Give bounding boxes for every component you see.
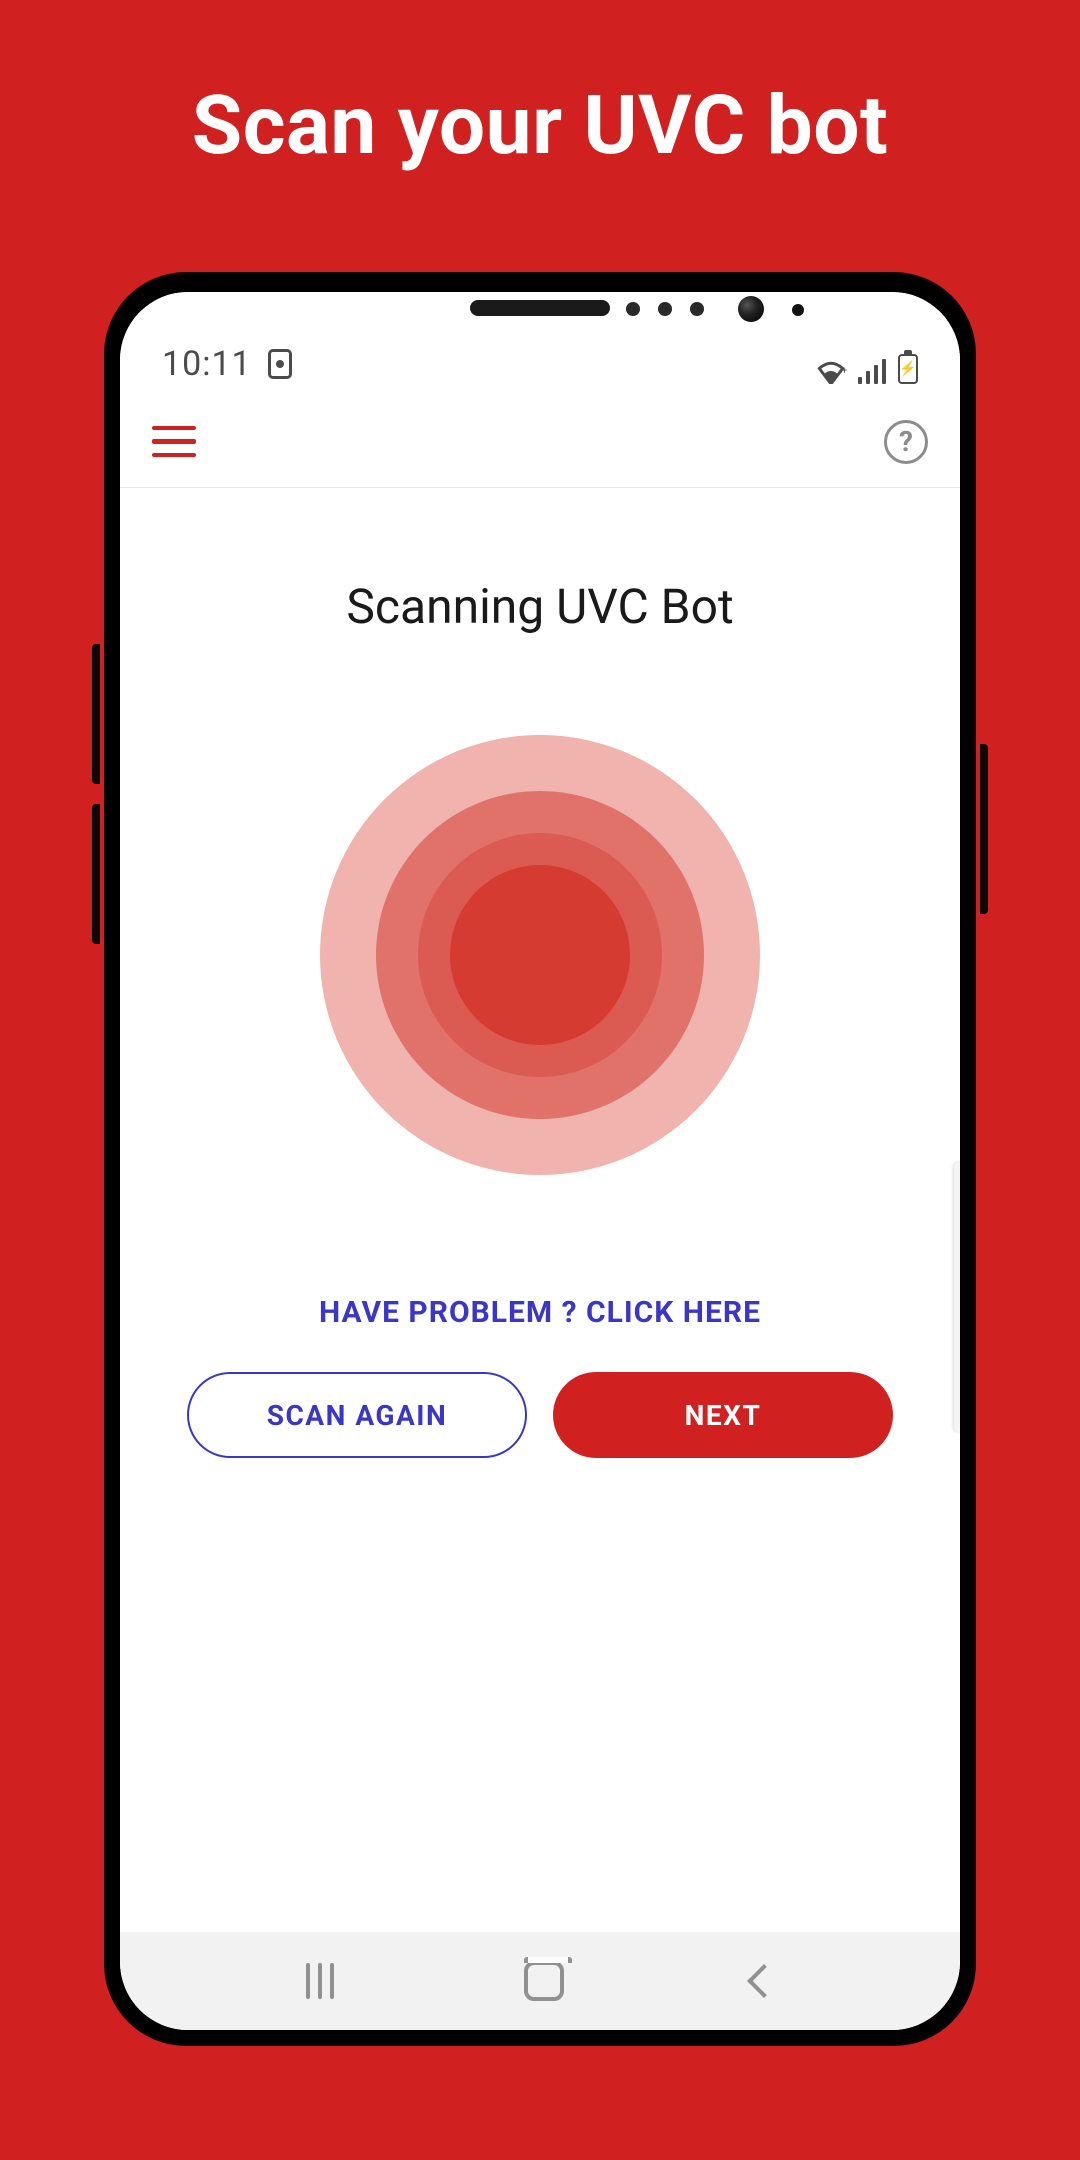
sensor-dots bbox=[626, 302, 704, 316]
front-camera bbox=[738, 296, 764, 322]
volume-down-button bbox=[92, 804, 100, 944]
home-button[interactable] bbox=[524, 1961, 564, 2001]
app-header: ? bbox=[120, 396, 960, 488]
svg-text:+: + bbox=[841, 364, 847, 377]
proximity-sensor bbox=[792, 304, 804, 316]
status-time: 10:11 bbox=[162, 344, 252, 384]
recents-button[interactable] bbox=[304, 1963, 336, 1999]
phone-frame: 10:11 + ? Scanning UVC Bot bbox=[106, 274, 974, 2044]
notification-icon bbox=[268, 349, 292, 379]
signal-icon bbox=[858, 358, 888, 384]
menu-icon[interactable] bbox=[152, 426, 196, 458]
have-problem-link[interactable]: HAVE PROBLEM ? CLICK HERE bbox=[319, 1295, 761, 1330]
page-title: Scan your UVC bot bbox=[192, 78, 889, 174]
earpiece bbox=[470, 300, 610, 316]
button-row: SCAN AGAIN NEXT bbox=[187, 1372, 893, 1458]
power-button bbox=[980, 744, 988, 914]
scan-again-button[interactable]: SCAN AGAIN bbox=[187, 1372, 527, 1458]
wifi-icon: + bbox=[814, 358, 848, 384]
phone-screen: 10:11 + ? Scanning UVC Bot bbox=[120, 292, 960, 2030]
battery-icon bbox=[898, 354, 918, 384]
scanning-radar-icon bbox=[320, 735, 760, 1175]
app-body: Scanning UVC Bot HAVE PROBLEM ? CLICK HE… bbox=[120, 488, 960, 1932]
back-button[interactable] bbox=[747, 1964, 781, 1998]
system-nav-bar bbox=[120, 1932, 960, 2030]
help-icon[interactable]: ? bbox=[884, 420, 928, 464]
volume-up-button bbox=[92, 644, 100, 784]
screen-title: Scanning UVC Bot bbox=[346, 578, 733, 635]
next-button[interactable]: NEXT bbox=[553, 1372, 893, 1458]
